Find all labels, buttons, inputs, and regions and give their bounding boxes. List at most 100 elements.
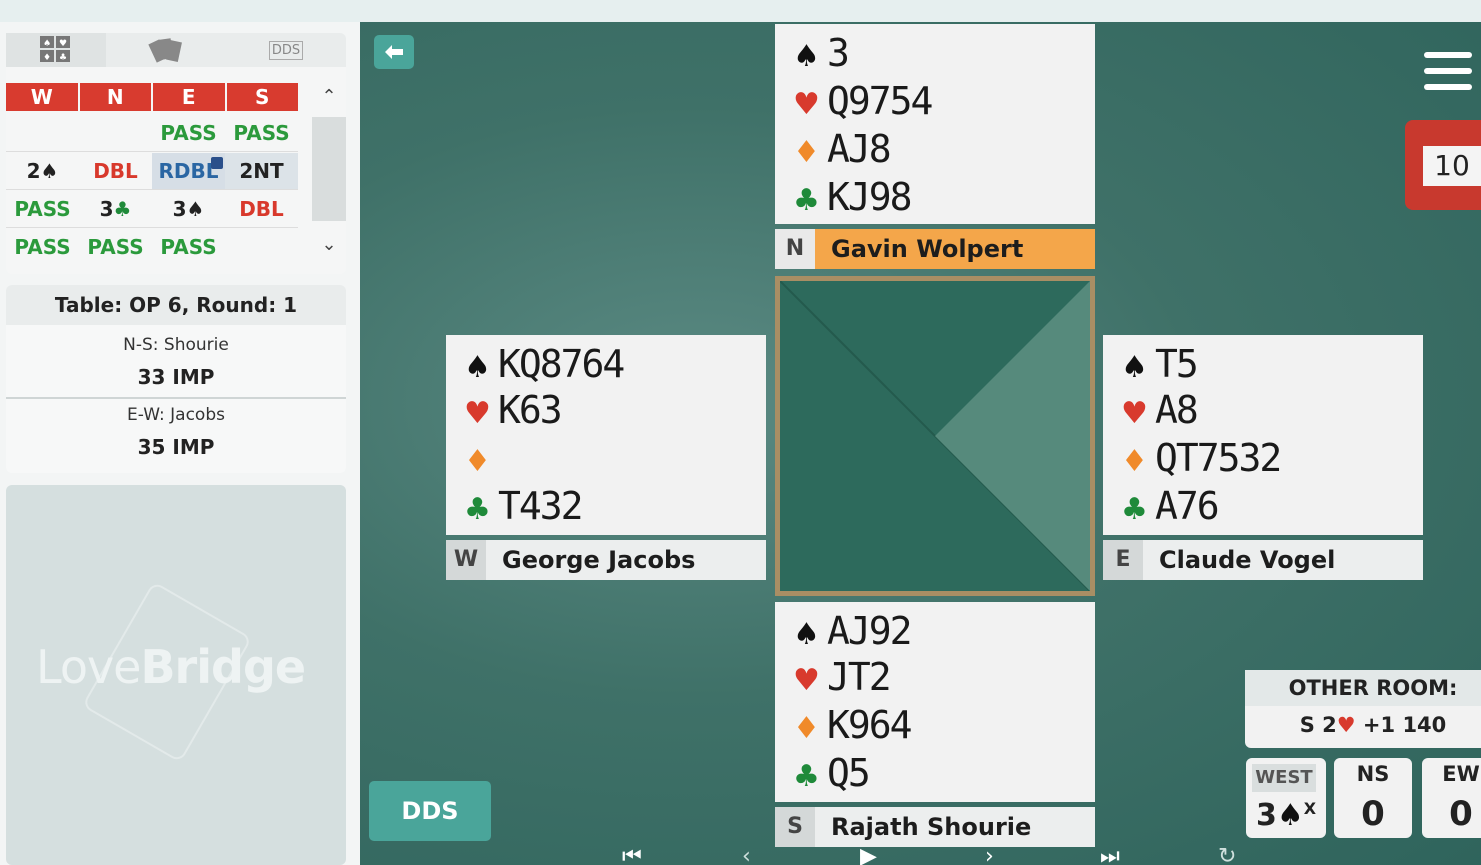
dds-tab-label: DDS [268,40,304,60]
divider [6,397,346,399]
tab-fan-view[interactable] [106,33,226,67]
south-spades-cards[interactable]: AJ92 [827,609,913,653]
seat-west: W [446,540,486,580]
card-fan-icon [148,38,182,63]
spade-icon: ♠ [1276,798,1304,833]
east-hand: ♠ T5 ♥ A8 ♦ QT7532 ♣ A76 [1103,335,1423,535]
north-diamonds-cards[interactable]: AJ8 [827,127,892,171]
bid-cell [79,115,152,151]
diamond-icon: ♦ [793,135,820,170]
west-spades-cards[interactable]: KQ8764 [498,342,625,386]
bid-cell: 3♠ [172,197,205,221]
dds-button[interactable]: DDS [369,781,491,841]
west-hand: ♠ KQ8764 ♥ K63 ♦ ♣ T432 [446,335,766,535]
back-button[interactable] [374,35,414,69]
diamond-icon: ♦ [793,711,820,746]
bid-cell: 2NT [225,153,298,189]
bid-header-south: S [226,83,298,111]
ew-score-label: EW [1442,762,1480,786]
north-clubs: ♣ KJ98 [793,175,913,220]
bid-cell: PASS [87,235,144,259]
board-number: 10 [1423,146,1481,186]
trick-direction-indicator [780,281,1090,591]
south-hearts-cards[interactable]: JT2 [827,655,892,699]
other-room-label: OTHER ROOM: [1245,670,1481,706]
south-clubs: ♣ Q5 [793,751,871,796]
step-forward-icon[interactable]: › [985,848,994,865]
bid-cell: DBL [239,197,284,221]
bid-cell-alerted[interactable]: RDBL [152,153,225,189]
tab-hand-view[interactable]: ♠ ♥ ♦ ♣ [6,33,106,67]
east-diamonds: ♦ QT7532 [1121,436,1282,481]
bid-row: 2♠ DBL RDBL 2NT [6,153,298,190]
club-icon: ♣ [793,759,820,794]
ew-label: E-W: Jacobs [127,405,225,425]
bidding-scrollbar[interactable]: ⌃ ⌄ [312,83,346,267]
east-clubs-cards[interactable]: A76 [1155,484,1220,528]
bid-cell: DBL [93,159,138,183]
ew-score: 35 IMP [137,435,215,459]
scroll-track[interactable] [312,117,346,221]
bidding-panel: W N E S PASS PASS 2♠ DBL RDBL 2NT PASS 3… [6,67,346,274]
other-room-panel: OTHER ROOM: S 2♥ +1 140 [1245,670,1481,748]
south-hand: ♠ AJ92 ♥ JT2 ♦ K964 ♣ Q5 [775,602,1095,802]
north-hearts-cards[interactable]: Q9754 [827,79,933,123]
logo-light: Love [36,640,141,694]
club-icon: ♣ [464,492,491,527]
ns-score-value: 0 [1361,794,1385,834]
logo-bold: Bridge [140,640,307,694]
bid-row: PASS 3♣ 3♠ DBL [6,191,298,228]
east-hearts: ♥ A8 [1121,388,1199,433]
contract-doubled: X [1303,799,1317,818]
ew-score-box: EW 0 [1422,758,1481,838]
east-spades-cards[interactable]: T5 [1155,342,1199,386]
west-hearts: ♥ K63 [464,388,563,433]
chevron-up-icon[interactable]: ⌃ [312,83,346,111]
club-icon: ♣ [793,183,820,218]
alert-icon [211,157,223,169]
board-number-badge: 10 [1405,120,1481,210]
south-clubs-cards[interactable]: Q5 [827,751,871,795]
ns-label: N-S: Shourie [123,335,229,355]
chevron-down-icon[interactable]: ⌄ [312,231,346,259]
contract-value: 3♠X [1246,798,1326,833]
other-room-score: +1 140 [1362,713,1447,737]
west-clubs-cards[interactable]: T432 [498,484,584,528]
west-spades: ♠ KQ8764 [464,342,625,387]
seat-east: E [1103,540,1143,580]
tab-dds[interactable]: DDS [226,33,346,67]
trick-area [775,276,1095,596]
east-diamonds-cards[interactable]: QT7532 [1155,436,1282,480]
spade-icon: ♠ [1121,350,1148,385]
north-player-name: Gavin Wolpert [831,235,1024,263]
hamburger-menu-icon[interactable] [1424,52,1472,92]
redo-icon[interactable]: ↻ [1218,848,1236,865]
north-nameplate: N Gavin Wolpert [775,229,1095,269]
west-diamonds: ♦ [464,439,498,481]
north-clubs-cards[interactable]: KJ98 [827,175,913,219]
bid-cell: PASS [160,235,217,259]
west-player-name: George Jacobs [502,546,696,574]
west-nameplate: W George Jacobs [446,540,766,580]
step-back-icon[interactable]: ‹ [742,848,751,865]
west-hearts-cards[interactable]: K63 [498,388,563,432]
cards-grid-icon: ♠ ♥ ♦ ♣ [40,36,70,63]
menu-bar [1424,68,1472,74]
ns-score: 33 IMP [137,365,215,389]
lovebridge-logo: LoveBridge [36,640,307,694]
heart-icon: ♥ [1121,396,1148,431]
east-nameplate: E Claude Vogel [1103,540,1423,580]
heart-icon: ♥ [793,663,820,698]
south-diamonds-cards[interactable]: K964 [827,703,913,747]
table-info-card: Table: OP 6, Round: 1 N-S: Shourie 33 IM… [6,285,346,473]
play-icon[interactable]: ▶ [860,848,877,865]
skip-end-icon[interactable]: ⏭ [1100,848,1120,865]
bid-cell: 2♠ [6,153,79,189]
north-spades-cards[interactable]: 3 [827,31,850,75]
bid-row: PASS PASS [6,115,298,152]
skip-start-icon[interactable]: ⏮ [622,848,642,865]
east-hearts-cards[interactable]: A8 [1155,388,1199,432]
seat-north: N [775,229,815,269]
bid-cell: PASS [233,121,290,145]
north-hand: ♠ 3 ♥ Q9754 ♦ AJ8 ♣ KJ98 [775,24,1095,224]
